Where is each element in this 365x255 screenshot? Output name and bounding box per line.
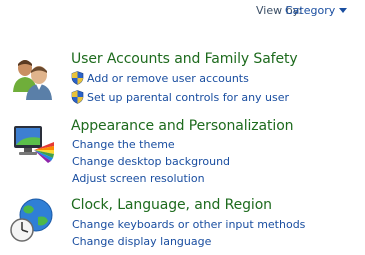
control-panel-page: View by: Category User Accounts and Fami… xyxy=(0,0,365,255)
link-change-desktop-background[interactable]: Change desktop background xyxy=(72,155,230,168)
link-adjust-screen-resolution[interactable]: Adjust screen resolution xyxy=(72,172,205,185)
globe-clock-icon[interactable] xyxy=(10,197,56,243)
link-change-keyboards[interactable]: Change keyboards or other input methods xyxy=(72,218,305,231)
section-title-user-accounts[interactable]: User Accounts and Family Safety xyxy=(71,51,298,67)
section-title-clock-language-region[interactable]: Clock, Language, and Region xyxy=(71,197,272,213)
link-add-remove-user-accounts[interactable]: Add or remove user accounts xyxy=(87,72,249,85)
chevron-down-icon[interactable] xyxy=(339,8,347,13)
uac-shield-icon xyxy=(71,71,84,85)
monitor-paint-icon[interactable] xyxy=(10,120,56,166)
users-icon[interactable] xyxy=(10,54,56,100)
uac-shield-icon xyxy=(71,90,84,104)
view-by-dropdown[interactable]: Category xyxy=(285,4,335,17)
link-set-up-parental-controls[interactable]: Set up parental controls for any user xyxy=(87,91,289,104)
link-change-display-language[interactable]: Change display language xyxy=(72,235,211,248)
section-title-appearance[interactable]: Appearance and Personalization xyxy=(71,118,294,134)
link-change-theme[interactable]: Change the theme xyxy=(72,138,175,151)
